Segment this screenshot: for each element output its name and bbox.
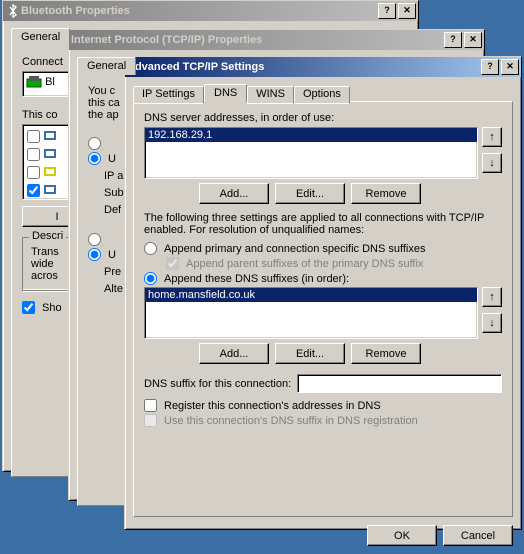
radio-append-primary[interactable] — [144, 242, 157, 255]
dns-suffix-list[interactable]: home.mansfield.co.uk — [144, 287, 478, 339]
cb-append-parent — [166, 257, 179, 270]
add-dns-button[interactable]: Add... — [199, 183, 269, 204]
help-button[interactable]: ? — [444, 32, 462, 48]
cb-register-dns[interactable] — [144, 399, 157, 412]
ok-button[interactable]: OK — [367, 525, 437, 546]
close-button[interactable]: ✕ — [398, 3, 416, 19]
tab-general[interactable]: General — [11, 28, 70, 46]
titlebar[interactable]: Bluetooth Properties ? ✕ — [3, 1, 418, 21]
radio-label: Append primary and connection specific D… — [164, 243, 426, 255]
dns-servers-label: DNS server addresses, in order of use: — [144, 112, 502, 124]
move-up-button[interactable]: ↑ — [482, 127, 502, 147]
add-suffix-button[interactable]: Add... — [199, 343, 269, 364]
tab-wins[interactable]: WINS — [247, 86, 294, 104]
remove-suffix-button[interactable]: Remove — [351, 343, 421, 364]
edit-suffix-button[interactable]: Edit... — [275, 343, 345, 364]
cb-label: Use this connection's DNS suffix in DNS … — [164, 415, 418, 427]
cb-label: Append parent suffixes of the primary DN… — [186, 258, 423, 270]
suffix-move-down-button[interactable]: ↓ — [482, 313, 502, 333]
tab-ip-settings[interactable]: IP Settings — [133, 86, 204, 104]
radio-manual-dns[interactable] — [88, 248, 101, 261]
cb-item-4[interactable] — [27, 184, 40, 197]
net-icon — [42, 182, 58, 198]
radio-auto-dns[interactable] — [88, 233, 101, 246]
edit-dns-button[interactable]: Edit... — [275, 183, 345, 204]
move-down-button[interactable]: ↓ — [482, 153, 502, 173]
tab-dns[interactable]: DNS — [204, 84, 247, 102]
cb-item-3[interactable] — [27, 166, 40, 179]
net-icon — [42, 146, 58, 162]
cb-item-1[interactable] — [27, 130, 40, 143]
close-button[interactable]: ✕ — [501, 59, 519, 75]
dns-suffix-entry[interactable]: home.mansfield.co.uk — [145, 288, 477, 302]
nic-icon — [26, 74, 42, 90]
dns-server-entry[interactable]: 192.168.29.1 — [145, 128, 477, 142]
window-title: Bluetooth Properties — [21, 5, 130, 17]
tab-options[interactable]: Options — [294, 86, 350, 104]
three-settings-label: The following three settings are applied… — [144, 212, 502, 236]
bt-icon — [5, 3, 21, 19]
cb-item-2[interactable] — [27, 148, 40, 161]
close-button[interactable]: ✕ — [464, 32, 482, 48]
tab-general[interactable]: General — [77, 57, 136, 75]
remove-dns-button[interactable]: Remove — [351, 183, 421, 204]
dns-servers-list[interactable]: 192.168.29.1 — [144, 127, 478, 179]
net-icon — [42, 164, 58, 180]
show-checkbox[interactable] — [22, 301, 35, 314]
advanced-tcpip-window: Advanced TCP/IP Settings ? ✕ IP Settings… — [124, 56, 522, 530]
adapter-label: Bl — [45, 76, 55, 88]
radio-manual-ip[interactable] — [88, 152, 101, 165]
net-icon — [42, 128, 58, 144]
group-title: Descri — [29, 230, 66, 242]
cb-label: Register this connection's addresses in … — [164, 400, 381, 412]
radio-auto-ip[interactable] — [88, 137, 101, 150]
cancel-button[interactable]: Cancel — [443, 525, 513, 546]
connection-suffix-label: DNS suffix for this connection: — [144, 378, 291, 390]
connection-suffix-input[interactable] — [297, 374, 502, 393]
help-button[interactable]: ? — [481, 59, 499, 75]
radio-append-these[interactable] — [144, 272, 157, 285]
help-button[interactable]: ? — [378, 3, 396, 19]
radio-label: Append these DNS suffixes (in order): — [164, 273, 349, 285]
cb-use-suffix — [144, 414, 157, 427]
show-label: Sho — [42, 302, 62, 314]
suffix-move-up-button[interactable]: ↑ — [482, 287, 502, 307]
